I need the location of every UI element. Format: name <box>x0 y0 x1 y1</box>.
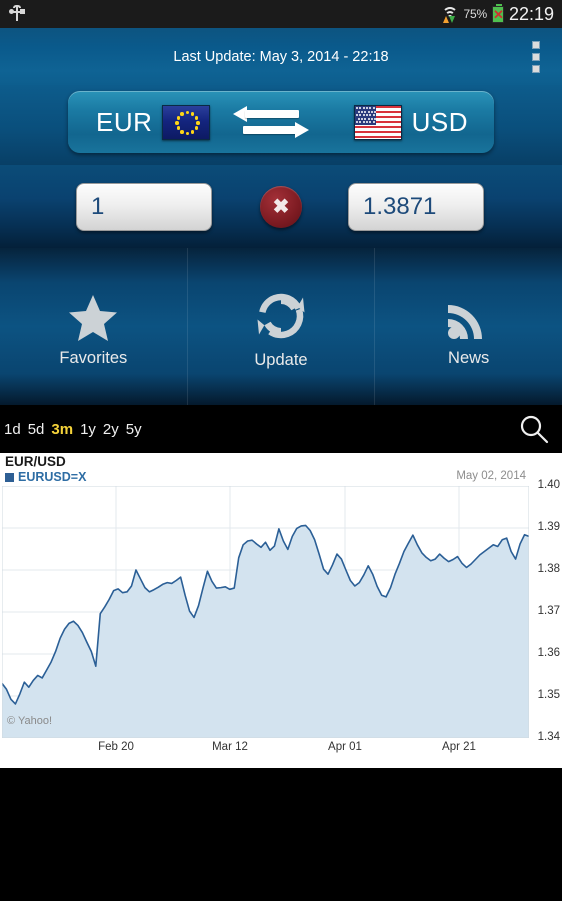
result-input-value: 1.3871 <box>363 192 437 220</box>
clear-x-icon[interactable]: ✖ <box>260 185 302 228</box>
y-tick-label: 1.40 <box>537 479 560 491</box>
battery-icon: ✕ <box>491 3 504 23</box>
eu-flag-icon <box>162 104 211 140</box>
action-button-row: Favorites Update News <box>0 248 562 405</box>
y-tick-label: 1.38 <box>537 563 560 575</box>
from-currency-code: EUR <box>96 106 153 137</box>
status-bar-right: 75% ✕ 22:19 <box>441 3 562 25</box>
chart-watermark: © Yahoo! <box>7 715 53 727</box>
y-tick-label: 1.36 <box>537 647 560 659</box>
chart-legend: EURUSD=X <box>5 470 86 484</box>
to-currency-code: USD <box>411 106 468 137</box>
range-selector-bar: 1d 5d 3m 1y 2y 5y <box>0 405 562 453</box>
range-options: 1d 5d 3m 1y 2y 5y <box>0 421 142 438</box>
range-option-3m[interactable]: 3m <box>51 421 73 438</box>
news-button[interactable]: News <box>374 248 562 405</box>
range-option-5d[interactable]: 5d <box>28 421 45 438</box>
status-bar: 75% ✕ 22:19 <box>0 0 562 28</box>
favorites-label: Favorites <box>59 349 128 367</box>
rss-icon <box>444 293 494 343</box>
range-option-1y[interactable]: 1y <box>80 421 96 438</box>
status-bar-left <box>0 5 441 23</box>
status-clock: 22:19 <box>508 3 554 24</box>
refresh-icon <box>256 291 306 341</box>
clear-x-glyph: ✖ <box>272 195 290 218</box>
price-chart[interactable]: EUR/USD EURUSD=X May 02, 2014 © Yahoo! 1… <box>0 453 562 768</box>
y-tick-label: 1.39 <box>537 521 560 533</box>
to-currency[interactable]: USD <box>353 104 494 140</box>
y-tick-label: 1.37 <box>537 605 560 617</box>
chart-title: EUR/USD <box>5 454 66 469</box>
usb-icon <box>9 5 25 23</box>
range-option-2y[interactable]: 2y <box>103 421 119 438</box>
x-tick-label: Mar 12 <box>212 741 248 753</box>
y-tick-label: 1.35 <box>537 689 560 701</box>
x-tick-label: Apr 21 <box>442 741 476 753</box>
us-flag-icon <box>353 104 402 140</box>
range-option-5y[interactable]: 5y <box>126 421 142 438</box>
wifi-icon <box>441 6 459 23</box>
update-button[interactable]: Update <box>186 248 375 405</box>
amount-row: 1 ✖ 1.3871 <box>0 165 562 248</box>
from-currency[interactable]: EUR <box>68 104 211 140</box>
overflow-menu-icon[interactable] <box>528 37 544 77</box>
x-tick-label: Feb 20 <box>98 741 134 753</box>
currency-pair-selector[interactable]: EUR USD <box>68 91 494 153</box>
app-screen: 75% ✕ 22:19 Last Update: May 3, 2014 - 2… <box>0 0 562 901</box>
chart-plot-area <box>2 486 529 738</box>
amount-input[interactable]: 1 <box>76 182 212 231</box>
currency-selector-zone: EUR USD <box>0 85 562 165</box>
last-update-label: Last Update: May 3, 2014 - 22:18 <box>173 48 389 65</box>
news-label: News <box>448 349 490 367</box>
legend-label: EURUSD=X <box>18 470 87 484</box>
search-icon[interactable] <box>518 413 550 445</box>
swap-arrows-icon[interactable] <box>232 105 309 139</box>
amount-input-value: 1 <box>91 192 105 220</box>
chart-y-axis: 1.40 1.39 1.38 1.37 1.36 1.35 1.34 <box>526 479 560 743</box>
app-header: Last Update: May 3, 2014 - 22:18 <box>0 28 562 85</box>
legend-swatch <box>5 472 14 482</box>
x-tick-label: Apr 01 <box>328 741 362 753</box>
chart-date-label: May 02, 2014 <box>456 470 526 482</box>
result-input[interactable]: 1.3871 <box>348 182 484 231</box>
battery-percent: 75% <box>463 7 488 21</box>
chart-x-axis: Feb 20 Mar 12 Apr 01 Apr 21 <box>0 741 562 763</box>
range-option-1d[interactable]: 1d <box>4 421 21 438</box>
favorites-button[interactable]: Favorites <box>0 248 187 405</box>
update-label: Update <box>254 351 308 369</box>
star-icon <box>67 293 119 343</box>
